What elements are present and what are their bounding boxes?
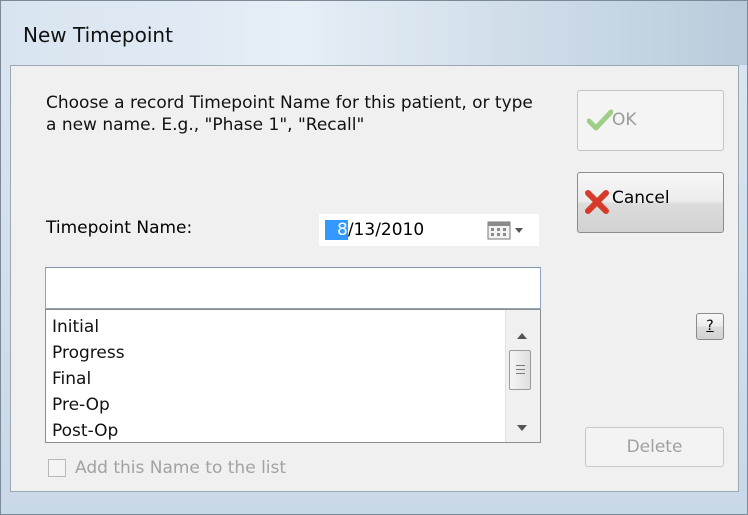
ok-label: OK <box>612 110 637 130</box>
timepoint-name-input[interactable] <box>45 267 541 309</box>
timepoint-name-list[interactable]: Initial Progress Final Pre-Op Post-Op <box>45 309 541 443</box>
calendar-icon[interactable] <box>487 220 529 246</box>
list-item[interactable]: Post-Op <box>52 418 125 442</box>
red-x-icon <box>584 189 610 220</box>
help-button[interactable]: ? <box>696 313 724 340</box>
list-item[interactable]: Pre-Op <box>52 392 125 418</box>
add-to-list-checkbox[interactable] <box>48 459 66 477</box>
window-title: New Timepoint <box>23 23 173 47</box>
list-item[interactable]: Initial <box>52 314 125 340</box>
date-rest: /13/2010 <box>347 220 425 240</box>
scroll-up-arrow-icon[interactable] <box>517 324 527 343</box>
timepoint-name-label: Timepoint Name: <box>46 218 193 238</box>
delete-button[interactable]: Delete <box>585 427 724 467</box>
list-item[interactable]: Final <box>52 366 125 392</box>
instruction-text: Choose a record Timepoint Name for this … <box>46 93 533 135</box>
list-items: Initial Progress Final Pre-Op Post-Op <box>52 314 125 442</box>
title-bar[interactable]: New Timepoint <box>1 1 747 65</box>
scroll-thumb[interactable] <box>509 350 531 390</box>
cancel-button[interactable]: Cancel <box>577 172 724 233</box>
cancel-label: Cancel <box>612 188 670 208</box>
date-picker[interactable]: 8/13/2010 <box>318 213 540 247</box>
date-month-selected: 8 <box>325 220 348 240</box>
checkmark-icon <box>586 109 614 136</box>
list-scrollbar[interactable] <box>505 310 540 442</box>
list-item[interactable]: Progress <box>52 340 125 366</box>
ok-button[interactable]: OK <box>577 90 724 151</box>
date-value[interactable]: 8/13/2010 <box>325 220 424 240</box>
scroll-down-arrow-icon[interactable] <box>517 417 527 436</box>
add-to-list-label: Add this Name to the list <box>75 458 287 478</box>
